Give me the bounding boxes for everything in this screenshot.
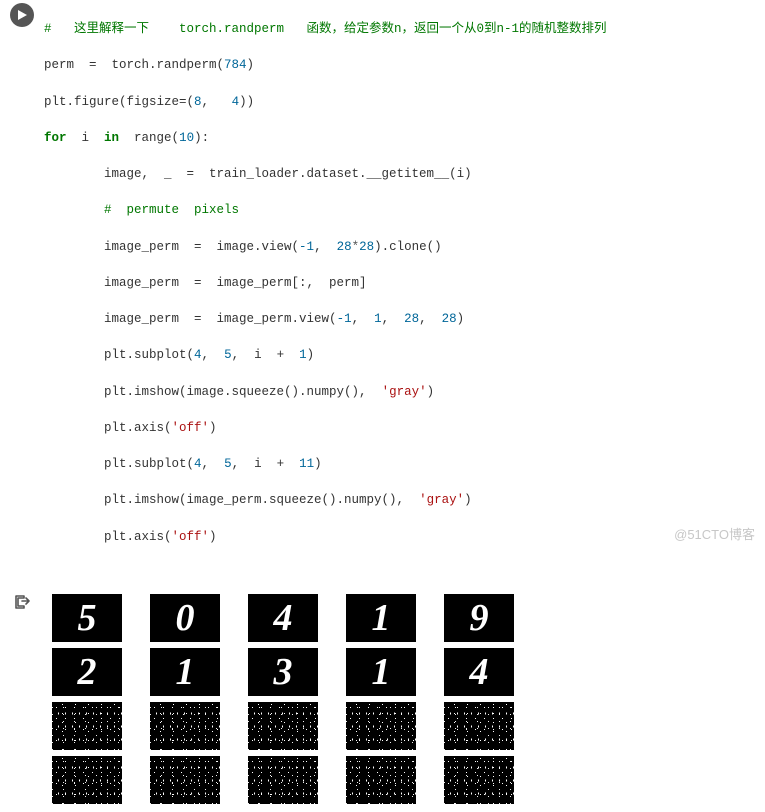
- permuted-image: [248, 702, 318, 750]
- play-icon: [16, 9, 28, 21]
- digit-image: 4: [248, 594, 318, 642]
- digit-image: 1: [150, 648, 220, 696]
- permuted-image: [444, 756, 514, 804]
- digit-image: 2: [52, 648, 122, 696]
- output-cell: 5 0 4 1 9 2 1 3 1 4: [0, 588, 765, 812]
- digit-row-1: 5 0 4 1 9: [44, 594, 519, 642]
- digit-image: 3: [248, 648, 318, 696]
- permuted-image: [248, 756, 318, 804]
- digit-row-2: 2 1 3 1 4: [44, 648, 519, 696]
- permuted-row-1: [44, 702, 519, 750]
- permuted-image: [52, 702, 122, 750]
- permuted-image: [150, 702, 220, 750]
- code-editor[interactable]: # 这里解释一下 torch.randperm 函数，给定参数n，返回一个从0到…: [44, 0, 765, 588]
- digit-image: 1: [346, 594, 416, 642]
- plot-output: 5 0 4 1 9 2 1 3 1 4: [44, 588, 765, 812]
- permuted-image: [346, 702, 416, 750]
- output-indicator-icon[interactable]: [13, 591, 31, 617]
- code-gutter: [0, 0, 44, 27]
- digit-image: 4: [444, 648, 514, 696]
- permuted-image: [150, 756, 220, 804]
- digit-image: 1: [346, 648, 416, 696]
- run-cell-button[interactable]: [10, 3, 34, 27]
- mnist-grid: 5 0 4 1 9 2 1 3 1 4: [44, 594, 519, 804]
- digit-image: 0: [150, 594, 220, 642]
- output-gutter: [0, 588, 44, 617]
- digit-image: 9: [444, 594, 514, 642]
- permuted-image: [346, 756, 416, 804]
- code-cell: # 这里解释一下 torch.randperm 函数，给定参数n，返回一个从0到…: [0, 0, 765, 588]
- digit-image: 5: [52, 594, 122, 642]
- permuted-image: [444, 702, 514, 750]
- permuted-image: [52, 756, 122, 804]
- code-comment: # 这里解释一下 torch.randperm 函数，给定参数n，返回一个从0到…: [44, 22, 607, 36]
- permuted-row-2: [44, 756, 519, 804]
